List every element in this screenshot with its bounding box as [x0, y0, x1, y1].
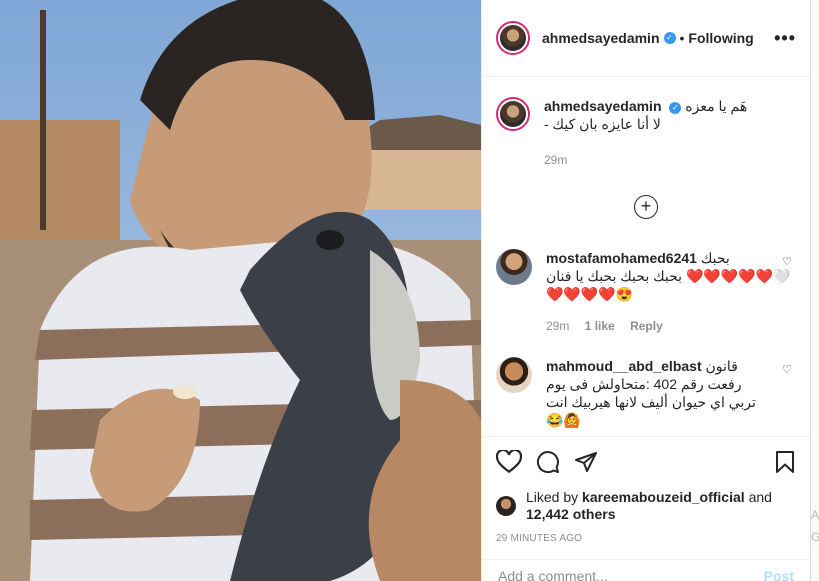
photo-illustration [0, 0, 481, 581]
likes-and: and [748, 489, 772, 505]
comment-heart-icon[interactable]: ♡ [782, 363, 792, 376]
comment-text-line2: رفعت رقم 402 :متحاولش فى يوم [546, 376, 742, 392]
comment-likes[interactable]: 1 like [585, 319, 615, 333]
comment-heart-icon[interactable]: ♡ [782, 255, 792, 268]
edge-glyph: A [811, 508, 819, 522]
caption-text-line2: لا أنا عايزه بان كيك - [544, 116, 661, 132]
commenter-avatar[interactable] [496, 357, 532, 393]
caption-text-line1: هَم يا معزه [685, 98, 748, 114]
comment-text-line3: ❤️❤️❤️❤️😍 [546, 286, 634, 302]
caption-username[interactable]: ahmedsayedamin [544, 98, 662, 114]
post-comment-button[interactable]: Post [764, 568, 794, 581]
likes-summary: Liked by kareemabouzeid_official and 12,… [496, 489, 796, 523]
more-options-icon[interactable]: ••• [774, 28, 796, 49]
likes-others[interactable]: 12,442 others [526, 506, 616, 522]
comments-list[interactable]: ahmedsayedamin ✓ هَم يا معزه لا أنا عايز… [482, 78, 810, 436]
comment-username[interactable]: mostafamohamed6241 [546, 250, 697, 266]
comment-text-line4: 😂🙆 [546, 412, 581, 428]
load-more-icon[interactable]: + [634, 195, 658, 219]
reply-button[interactable]: Reply [630, 319, 663, 333]
verified-badge-icon: ✓ [663, 32, 676, 44]
save-icon[interactable] [774, 450, 796, 474]
heart-icon[interactable] [496, 450, 522, 474]
load-more-comments[interactable]: + [482, 195, 810, 219]
liker-avatar[interactable] [496, 496, 516, 516]
comment-text-line3: تربي اي حيوان أليف لانها هيربيك انت [546, 394, 756, 410]
comment-text-line2: بحبك بحبك بحبك يا فنان ❤️❤️❤️❤️❤️🤍 [546, 268, 791, 284]
author-username[interactable]: ahmedsayedamin [542, 30, 660, 46]
verified-badge-icon: ✓ [669, 102, 682, 114]
liked-by-user[interactable]: kareemabouzeid_official [582, 489, 745, 505]
author-avatar-caption[interactable] [496, 97, 530, 131]
share-icon[interactable] [574, 450, 598, 474]
post-actions: Liked by kareemabouzeid_official and 12,… [482, 436, 810, 544]
post-photo[interactable] [0, 0, 481, 581]
add-comment-input[interactable]: Add a comment... [498, 568, 608, 581]
caption-time: 29m [544, 153, 568, 167]
following-button[interactable]: Following [688, 30, 753, 46]
edge-glyph: G [811, 530, 819, 544]
liked-by-label: Liked by [526, 489, 579, 505]
comment-item: mahmoud__abd_elbast قانون رفعت رقم 402 :… [482, 357, 810, 429]
post-header: ahmedsayedamin ✓ • Following ••• [482, 0, 810, 77]
post-time-ago: 29 MINUTES AGO [496, 533, 583, 544]
comment-time: 29m [546, 319, 570, 333]
comment-text-line1: قانون [705, 358, 738, 374]
comment-item: mostafamohamed6241 بحبك بحبك بحبك بحبك ي… [482, 249, 810, 335]
comment-username[interactable]: mahmoud__abd_elbast [546, 358, 702, 374]
caption: ahmedsayedamin ✓ هَم يا معزه لا أنا عايز… [482, 97, 810, 169]
comment-icon[interactable] [536, 450, 560, 474]
add-comment-bar: Add a comment... Post [482, 559, 810, 581]
page-edge: A G [811, 0, 819, 581]
commenter-avatar[interactable] [496, 249, 532, 285]
author-avatar[interactable] [496, 21, 530, 55]
comment-text-line1: بحبك [700, 250, 730, 266]
separator-dot: • [679, 30, 685, 46]
post-details-panel: ahmedsayedamin ✓ • Following ••• ahmedsa… [481, 0, 811, 581]
